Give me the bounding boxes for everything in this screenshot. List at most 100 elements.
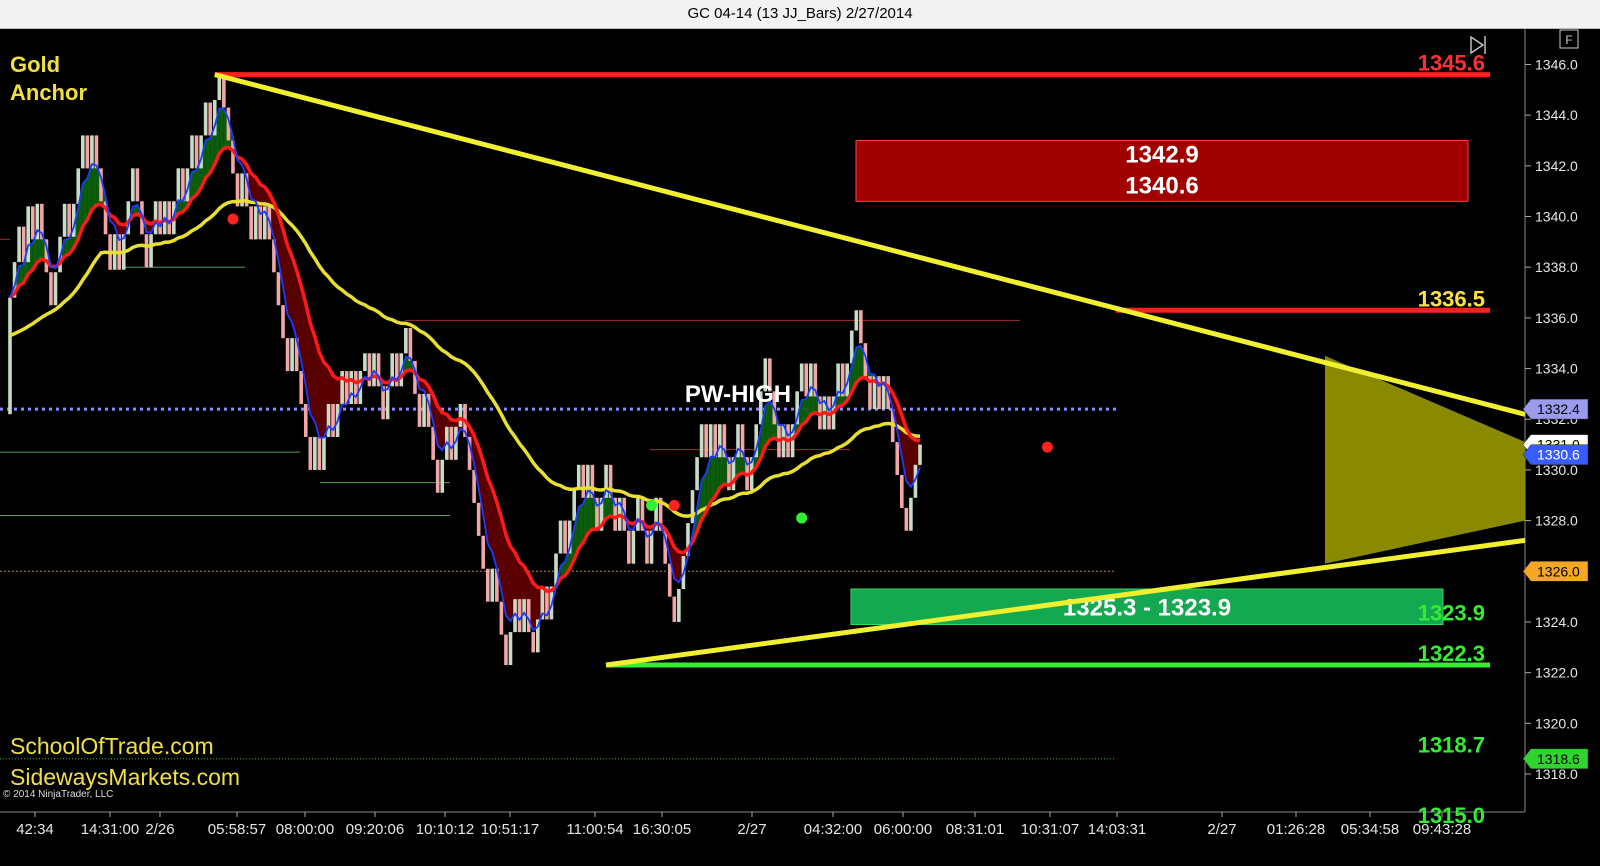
level-label-1322-3: 1322.3: [1418, 641, 1485, 666]
time-axis: 42:34 14:31:00 2/26 05:58:57 08:00:00 09:20:0…: [16, 812, 1471, 838]
bear-bar: [303, 404, 308, 437]
bear-bar: [317, 436, 322, 470]
bull-bar: [422, 393, 426, 427]
f-button[interactable]: F: [1559, 29, 1579, 49]
bull-bar: [458, 404, 463, 427]
price-tick-label: 1342.0: [1535, 158, 1578, 174]
time-tick-label: 09:43:28: [1413, 821, 1471, 838]
bear-bar: [667, 563, 672, 597]
bull-bar: [636, 497, 640, 531]
bull-bar: [149, 234, 153, 268]
price-tick-label: 1320.0: [1535, 715, 1578, 731]
bull-bar: [326, 404, 331, 437]
price-tick-label: 1338.0: [1535, 259, 1578, 275]
bull-bar: [508, 632, 513, 666]
time-tick-label: 11:00:54: [566, 821, 623, 838]
bull-cloud-segment: [91, 164, 97, 210]
bull-bar: [631, 530, 636, 564]
bear-bar: [804, 363, 809, 397]
bear-bar: [900, 474, 904, 508]
price-axis: 1346.0 1344.0 1342.0 1340.0 1338.0 1336.0 1334…: [1522, 29, 1600, 812]
bull-bar: [708, 424, 713, 458]
bull-bar: [854, 310, 859, 331]
price-badge-label: 1332.4: [1537, 401, 1580, 417]
time-tick-label: 10:10:12: [416, 821, 474, 838]
bull-bar: [718, 424, 722, 458]
time-tick-label: 14:31:00: [81, 821, 139, 838]
bull-bar: [404, 328, 408, 354]
time-tick-label: 10:31:07: [1021, 821, 1079, 838]
time-tick-label: 09:20:06: [346, 821, 404, 838]
bear-bar: [904, 507, 909, 531]
time-tick-label: 08:31:01: [946, 821, 1004, 838]
bull-bar: [81, 135, 85, 169]
bear-bar: [67, 203, 71, 237]
bull-bar: [699, 424, 704, 458]
price-tick-label: 1328.0: [1535, 513, 1578, 529]
bull-bar: [572, 487, 576, 521]
bear-bar: [94, 135, 99, 169]
bull-bar: [131, 168, 135, 202]
signal-dot: [1041, 441, 1053, 453]
bull-bar: [695, 457, 699, 491]
time-tick-label: 05:58:57: [208, 821, 266, 838]
bull-bar: [322, 436, 326, 470]
bear-bar: [531, 632, 536, 653]
copyright-text: © 2014 NinjaTrader, LLC: [3, 789, 113, 800]
bear-bar: [285, 338, 290, 372]
price-tick-label: 1336.0: [1535, 310, 1578, 326]
signal-dot: [668, 499, 680, 511]
bull-bar: [290, 338, 294, 372]
bear-bar: [481, 535, 485, 569]
bear-bar: [499, 601, 504, 635]
bear-bar: [517, 599, 522, 633]
bull-bar: [363, 353, 367, 372]
bear-cloud-segment: [319, 352, 324, 438]
bull-bar: [690, 490, 695, 524]
bull-bar: [203, 102, 208, 136]
price-tick-label: 1324.0: [1535, 614, 1578, 630]
bear-bar: [167, 201, 172, 235]
bear-bar: [299, 371, 303, 405]
bull-bar: [340, 371, 344, 405]
price-chart[interactable]: 1342.91340.61325.3 - 1323.9 PW-HIGH1345.…: [0, 0, 1600, 866]
bear-bar: [331, 404, 335, 437]
time-tick-label: 04:32:00: [804, 821, 862, 838]
level-label-1318-7: 1318.7: [1418, 732, 1485, 757]
bull-bar: [17, 226, 21, 263]
bull-bar: [558, 520, 563, 554]
bear-bar: [85, 135, 90, 169]
bull-bar: [349, 371, 354, 405]
time-tick-label: 10:51:17: [481, 821, 539, 838]
bear-bar: [859, 310, 863, 344]
price-badge-label: 1326.0: [1537, 563, 1580, 579]
bear-bar: [704, 424, 708, 458]
resistance-zone-lower-label: 1340.6: [1125, 172, 1198, 199]
price-tick-label: 1334.0: [1535, 361, 1578, 377]
bull-bar: [677, 589, 681, 622]
bear-bar: [485, 568, 490, 602]
time-tick-label: 16:30:05: [633, 821, 691, 838]
bear-bar: [208, 102, 212, 136]
time-tick-label: 2/26: [145, 821, 174, 838]
bull-bar: [8, 297, 12, 415]
bull-bar: [176, 168, 181, 202]
resistance-zone-upper-label: 1342.9: [1125, 141, 1198, 168]
signal-dot: [227, 213, 239, 225]
bull-bar: [799, 363, 804, 392]
time-tick-label: 14:03:31: [1088, 821, 1146, 838]
bear-bar: [408, 328, 413, 361]
bear-bar: [49, 272, 53, 306]
bear-bar: [30, 206, 35, 240]
price-tick-label: 1344.0: [1535, 107, 1578, 123]
bear-bar: [308, 436, 313, 470]
bull-bar: [385, 386, 390, 420]
bear-bar: [249, 206, 253, 240]
bull-bar: [253, 206, 258, 240]
time-tick-label: 08:00:00: [276, 821, 334, 838]
signal-dot: [646, 499, 658, 511]
level-label-1336-5: 1336.5: [1418, 286, 1485, 311]
bull-bar: [909, 497, 913, 531]
pw-high-label: PW-HIGH: [685, 381, 791, 408]
bull-bar: [62, 203, 67, 237]
